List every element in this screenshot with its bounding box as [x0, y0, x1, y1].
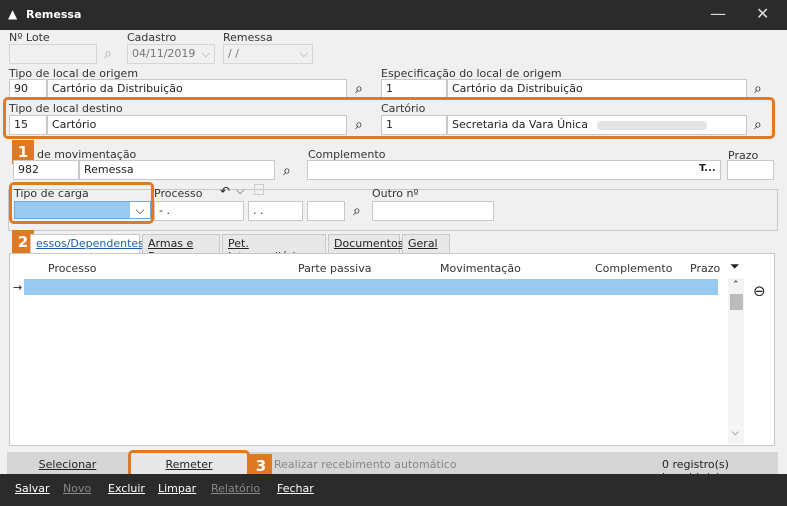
movimentacao-code-input[interactable]: 982 — [13, 160, 79, 180]
column-header[interactable]: Parte passiva — [298, 262, 371, 275]
row-indicator-icon: → — [13, 281, 23, 294]
info-icon[interactable] — [254, 184, 264, 195]
lote-input[interactable] — [9, 44, 97, 64]
fechar-button[interactable]: Fechar — [277, 482, 314, 495]
lote-label: Nº Lote — [9, 31, 50, 44]
app-logo-icon: ▲ — [8, 7, 18, 21]
remessa-date-value: / / — [228, 47, 239, 60]
column-header[interactable]: Movimentação — [440, 262, 521, 275]
excluir-button[interactable]: Excluir — [108, 482, 145, 495]
tipo-destino-label: Tipo de local destino — [9, 102, 123, 115]
chevron-down-icon[interactable]: ⌵ — [236, 184, 244, 198]
tab-geral[interactable]: Geral — [402, 234, 450, 253]
search-icon[interactable]: ⌕ — [283, 164, 291, 178]
novo-button[interactable]: Novo — [63, 482, 91, 495]
cartorio-name-value: Secretaria da Vara Única — [452, 118, 588, 131]
redacted-text — [597, 120, 708, 130]
cadastro-date-input[interactable]: 04/11/2019 ⌵ — [127, 44, 215, 64]
button-label: Novo — [63, 482, 92, 495]
search-icon[interactable]: ⌕ — [754, 118, 762, 132]
cartorio-code-input[interactable]: 1 — [381, 115, 447, 135]
tab-label: Documentos — [334, 237, 404, 250]
search-icon[interactable]: ⌕ — [355, 82, 363, 96]
search-icon[interactable]: ⌕ — [353, 204, 361, 218]
column-header[interactable]: Prazo — [690, 262, 720, 275]
tipo-carga-select[interactable]: ⌵ — [14, 201, 151, 219]
outro-input[interactable] — [372, 201, 494, 221]
prazo-input[interactable] — [727, 160, 774, 180]
processo-label: Processo — [154, 187, 203, 200]
footer-toolbar: Salvar Novo Excluir Limpar Relatório Fec… — [0, 474, 787, 506]
processo-input-2[interactable]: . . — [248, 201, 303, 221]
processos-grid[interactable]: Processo Parte passiva Movimentação Comp… — [9, 253, 775, 446]
text-editor-button[interactable]: T... — [699, 163, 716, 174]
chevron-down-icon: ⌵ — [201, 47, 210, 60]
tipo-destino-code-input[interactable]: 15 — [9, 115, 47, 135]
cartorio-name-input[interactable]: Secretaria da Vara Única — [447, 115, 747, 135]
title-bar: ▲ Remessa — ✕ — [0, 0, 787, 30]
tipo-origem-code-input[interactable]: 90 — [9, 79, 47, 99]
selecionar-button[interactable]: Selecionar — [10, 454, 125, 474]
undo-icon[interactable]: ↶ — [220, 184, 230, 198]
button-label: Remeter — [165, 458, 213, 471]
filter-icon[interactable]: ⏷ — [730, 259, 740, 274]
button-label: Salvar — [15, 482, 50, 495]
cadastro-label: Cadastro — [127, 31, 177, 44]
remessa-label: Remessa — [223, 31, 273, 44]
cartorio-label: Cartório — [381, 102, 426, 115]
tab-label: Geral — [408, 237, 438, 250]
table-row[interactable] — [24, 279, 718, 295]
scrollbar[interactable]: ⌃ ⌵ — [728, 278, 744, 444]
scrollbar-thumb[interactable] — [730, 294, 743, 310]
tab-label: essos/Dependentes — [36, 237, 144, 250]
chevron-down-icon[interactable]: ⌵ — [732, 428, 739, 438]
button-label: Limpar — [158, 482, 197, 495]
tipo-carga-label: Tipo de carga — [14, 187, 89, 200]
chevron-down-icon: ⌵ — [299, 47, 308, 60]
salvar-button[interactable]: Salvar — [15, 482, 50, 495]
tipo-destino-name-input[interactable]: Cartório — [47, 115, 347, 135]
tipo-origem-name-input[interactable]: Cartório da Distribuição — [47, 79, 347, 99]
search-icon[interactable]: ⌕ — [355, 118, 363, 132]
limpar-button[interactable]: Limpar — [158, 482, 196, 495]
chevron-up-icon[interactable]: ⌃ — [732, 280, 740, 290]
complemento-input[interactable] — [307, 160, 721, 180]
button-label: Selecionar — [38, 458, 97, 471]
column-header[interactable]: Processo — [48, 262, 96, 275]
minimize-button[interactable]: — — [710, 4, 726, 23]
relatorio-button[interactable]: Relatório — [211, 482, 260, 495]
tab-armas[interactable]: Armas e Bens — [142, 234, 220, 263]
remessa-date-input[interactable]: / / ⌵ — [223, 44, 313, 64]
search-icon[interactable]: ⌕ — [754, 82, 762, 96]
outro-label: Outro nº — [372, 187, 419, 200]
chevron-down-icon: ⌵ — [130, 202, 150, 218]
close-button[interactable]: ✕ — [756, 4, 769, 23]
column-header[interactable]: Complemento — [595, 262, 672, 275]
espec-origem-name-input[interactable]: Cartório da Distribuição — [447, 79, 747, 99]
tab-documentos[interactable]: Documentos — [328, 234, 404, 253]
processo-input-3[interactable] — [307, 201, 345, 221]
tab-processos[interactable]: essos/Dependentes — [30, 234, 144, 253]
auto-receive-checkbox-label[interactable]: Realizar recebimento automático — [274, 458, 457, 471]
button-label: Fechar — [277, 482, 314, 495]
window-title: Remessa — [26, 8, 82, 21]
processo-input-1[interactable]: - . — [154, 201, 244, 221]
search-icon[interactable]: ⌕ — [104, 47, 112, 61]
remove-icon[interactable]: ⊖ — [753, 282, 766, 300]
tab-peticoes[interactable]: Pet. Intermediárias — [222, 234, 326, 263]
movimentacao-name-input[interactable]: Remessa — [79, 160, 275, 180]
button-label: Relatório — [211, 482, 261, 495]
espec-origem-code-input[interactable]: 1 — [381, 79, 447, 99]
cadastro-date-value: 04/11/2019 — [132, 47, 196, 60]
button-label: Excluir — [108, 482, 145, 495]
